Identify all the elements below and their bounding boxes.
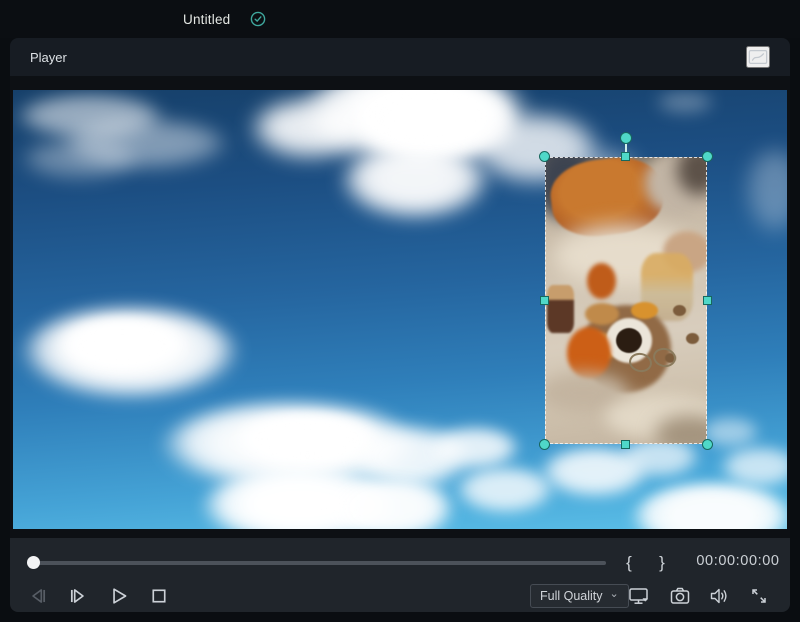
cloud — [745, 150, 787, 235]
resize-handle-bottom-left[interactable] — [539, 439, 550, 450]
frame-curve-icon[interactable] — [746, 46, 770, 68]
player-panel-header: Player — [10, 38, 790, 76]
previous-frame-button[interactable] — [25, 583, 51, 609]
cloud — [620, 438, 700, 478]
volume-button[interactable] — [706, 583, 732, 609]
bar-triangle-right-icon — [67, 585, 89, 607]
photo-walnut — [673, 305, 686, 316]
expand-fullscreen-icon — [749, 586, 769, 606]
photo-autumn-leaf — [587, 263, 616, 299]
camera-snapshot-button[interactable] — [667, 583, 693, 609]
photo-walnut — [686, 333, 699, 344]
photo-coffee — [616, 328, 642, 353]
cloud — [655, 92, 715, 114]
resize-handle-top-center[interactable] — [621, 152, 630, 161]
check-circle-icon — [250, 11, 266, 27]
cloud — [340, 145, 490, 220]
play-button[interactable] — [106, 583, 132, 609]
stop-button[interactable] — [146, 583, 172, 609]
speaker-volume-icon — [708, 585, 730, 607]
titlebar: Untitled — [0, 0, 800, 38]
mark-in-button[interactable]: { — [616, 550, 642, 576]
cloud — [720, 448, 787, 488]
fullscreen-button[interactable] — [746, 583, 772, 609]
quality-dropdown[interactable]: Full Quality ⌄ — [530, 584, 629, 608]
mark-out-button[interactable]: } — [649, 550, 675, 576]
resize-handle-bottom-right[interactable] — [702, 439, 713, 450]
photo-croissant — [585, 303, 619, 325]
chevron-down-icon: ⌄ — [610, 589, 619, 600]
resize-handle-top-right[interactable] — [702, 151, 713, 162]
step-forward-button[interactable] — [65, 583, 91, 609]
panel-title: Player — [30, 50, 67, 65]
display-select-icon — [627, 585, 651, 607]
pip-clip-image[interactable] — [545, 157, 707, 444]
cloud — [430, 428, 520, 470]
cloud — [55, 318, 190, 376]
resize-handle-middle-right[interactable] — [703, 296, 712, 305]
quality-value: Full Quality — [540, 589, 603, 603]
player-panel: Player — [10, 38, 790, 612]
resize-handle-middle-left[interactable] — [540, 296, 549, 305]
stop-square-icon — [148, 585, 170, 607]
play-triangle-icon — [108, 585, 130, 607]
cloud — [630, 483, 787, 529]
resize-handle-top-left[interactable] — [539, 151, 550, 162]
video-preview[interactable] — [13, 90, 787, 529]
resize-handle-bottom-center[interactable] — [621, 440, 630, 449]
photo-candle-jar — [547, 285, 574, 333]
triangle-left-bar-icon — [27, 585, 49, 607]
seek-bar-track[interactable] — [36, 561, 606, 565]
display-select-button[interactable] — [626, 583, 652, 609]
camera-snapshot-icon — [669, 585, 691, 607]
project-title: Untitled — [183, 12, 230, 27]
rotation-handle[interactable] — [620, 132, 632, 144]
app-window: Untitled Player — [0, 0, 800, 622]
timecode-display: 00:00:00:00 — [688, 553, 788, 569]
photo-orange-slice — [631, 302, 658, 319]
cloud — [20, 140, 140, 180]
seek-bar-playhead[interactable] — [27, 556, 40, 569]
photo-autumn-leaf — [567, 327, 611, 379]
pip-clip-selection[interactable] — [545, 157, 707, 444]
project-title-group: Untitled — [183, 0, 266, 38]
